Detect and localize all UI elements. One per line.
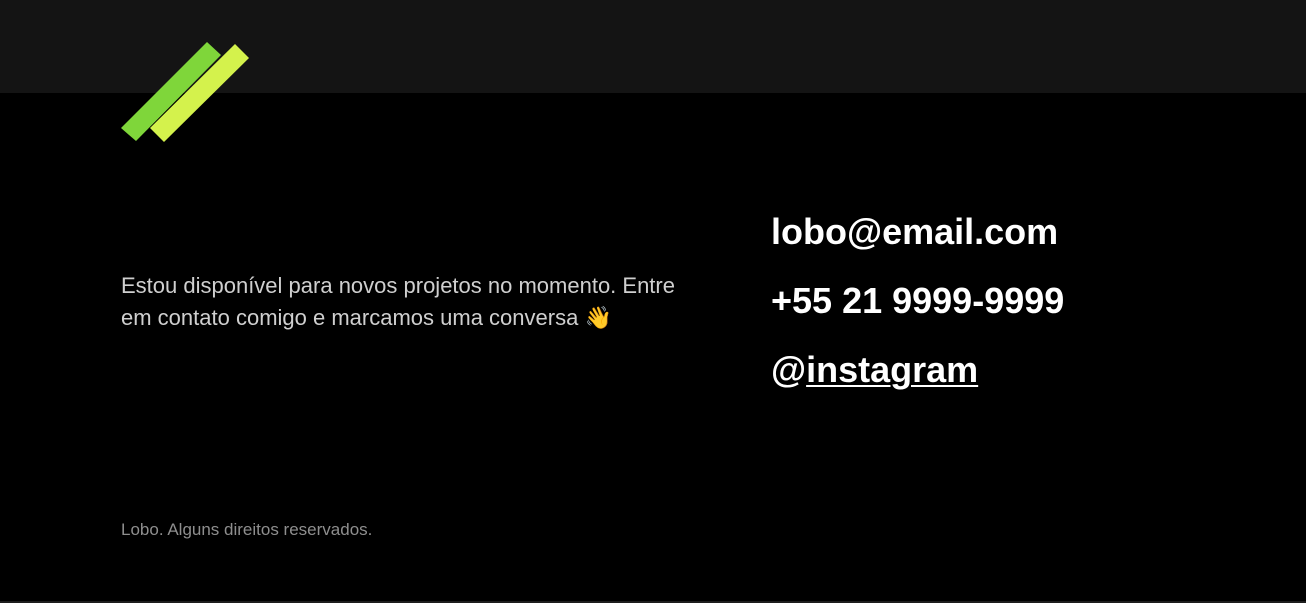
contact-email: lobo@email.com [771, 208, 1064, 277]
logo[interactable] [121, 42, 251, 144]
footer-copyright: Lobo. Alguns direitos reservados. [121, 520, 373, 539]
instagram-link[interactable]: @instagram [771, 349, 978, 390]
email-link[interactable]: lobo@email.com [771, 211, 1058, 252]
contact-list: lobo@email.com +55 21 9999-9999 @instagr… [771, 208, 1064, 415]
double-stripe-logo-icon [121, 42, 249, 142]
phone-link[interactable]: +55 21 9999-9999 [771, 280, 1064, 321]
contact-instagram: @instagram [771, 346, 1064, 415]
instagram-at-sign: @ [771, 349, 807, 390]
availability-message: Estou disponível para novos projetos no … [121, 270, 681, 334]
contact-phone: +55 21 9999-9999 [771, 277, 1064, 346]
instagram-handle: instagram [806, 349, 979, 390]
waving-hand-icon: 👋 [584, 305, 612, 330]
